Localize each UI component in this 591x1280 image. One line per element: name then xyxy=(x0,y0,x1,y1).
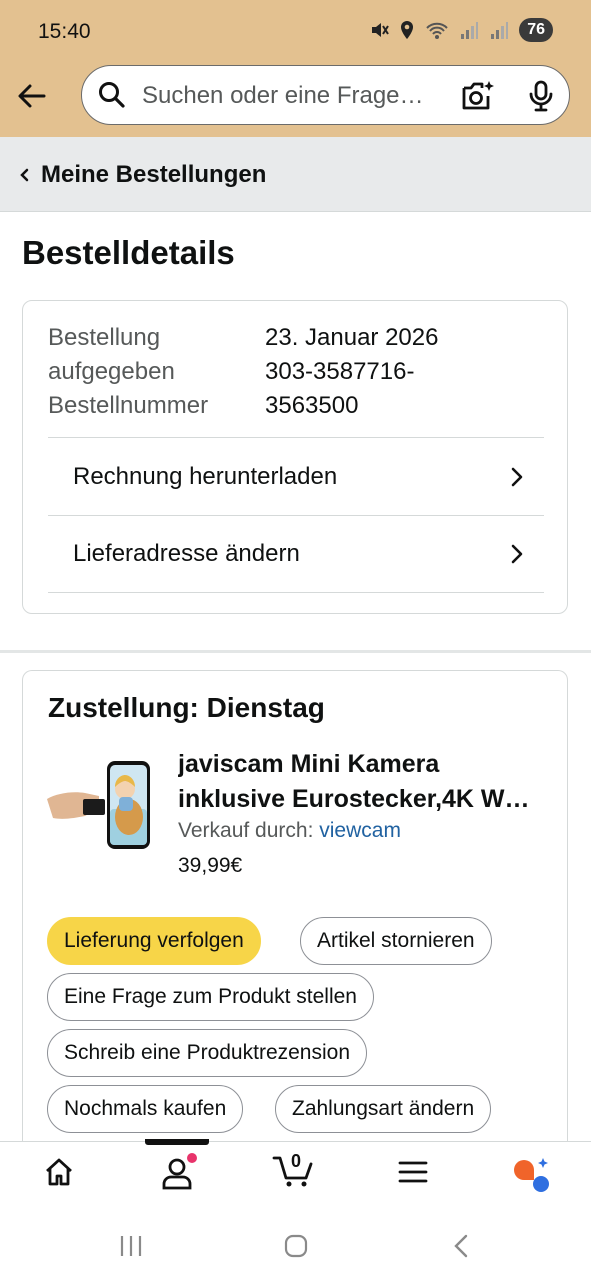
home-button-icon[interactable] xyxy=(284,1234,308,1258)
change-address-label: Lieferadresse ändern xyxy=(73,540,300,567)
buy-again-button[interactable]: Nochmals kaufen xyxy=(47,1085,244,1133)
delivery-card: Zustellung: Dienstag javiscam Mini Kamer… xyxy=(22,670,568,1170)
download-invoice-row[interactable]: Rechnung herunterladen xyxy=(48,437,544,515)
product-title-line2[interactable]: inklusive Eurostecker,4K W… xyxy=(178,782,543,817)
microphone-icon[interactable] xyxy=(528,80,554,112)
page-title: Bestelldetails xyxy=(22,234,235,271)
order-info-values: 23. Januar 2026 303-3587716- 3563500 xyxy=(265,321,438,423)
track-delivery-button[interactable]: Lieferung verfolgen xyxy=(47,917,261,965)
chevron-right-icon xyxy=(511,467,523,486)
delivery-title: Zustellung: Dienstag xyxy=(48,692,325,723)
system-nav-bar xyxy=(0,1214,591,1280)
location-icon xyxy=(401,21,414,39)
order-info-card: Bestellung aufgegeben Bestellnummer 23. … xyxy=(22,300,568,614)
cancel-item-button[interactable]: Artikel stornieren xyxy=(300,917,492,965)
seller-info: Verkauf durch: viewcam xyxy=(178,819,401,843)
ask-question-button[interactable]: Eine Frage zum Produkt stellen xyxy=(47,973,374,1021)
breadcrumb[interactable]: Meine Bestellungen xyxy=(0,137,591,212)
rufus-assistant-icon[interactable] xyxy=(510,1156,552,1194)
order-placed-label-2: aufgegeben xyxy=(48,358,175,385)
product-title-line1[interactable]: javiscam Mini Kamera xyxy=(178,747,543,782)
system-back-icon[interactable] xyxy=(452,1234,470,1258)
product-title[interactable]: javiscam Mini Kamera inklusive Eurosteck… xyxy=(178,747,543,817)
product-image[interactable] xyxy=(47,759,153,851)
recent-apps-icon[interactable] xyxy=(118,1234,144,1258)
cart-tab[interactable]: 0 xyxy=(272,1151,316,1193)
product-price: 39,99€ xyxy=(178,854,243,877)
battery-indicator: 76 xyxy=(519,18,553,42)
order-number-label: Bestellnummer xyxy=(48,392,209,419)
notification-dot xyxy=(187,1153,197,1163)
seller-prefix: Verkauf durch: xyxy=(178,819,314,842)
signal-icon-1 xyxy=(461,22,479,39)
mute-icon xyxy=(372,23,390,37)
section-divider xyxy=(0,650,591,653)
wifi-icon xyxy=(426,22,448,39)
signal-icon-2 xyxy=(491,22,509,39)
bottom-nav: 0 xyxy=(0,1139,591,1214)
search-input[interactable]: Suchen oder eine Frage… xyxy=(142,82,447,110)
order-date: 23. Januar 2026 xyxy=(265,324,439,351)
chevron-right-icon xyxy=(511,544,523,564)
status-bar: 15:40 76 xyxy=(0,0,591,62)
order-number-part1: 303-3587716- xyxy=(265,358,415,385)
cart-count: 0 xyxy=(291,1151,302,1171)
header: Suchen oder eine Frage… xyxy=(0,62,591,137)
seller-link[interactable]: viewcam xyxy=(319,819,401,842)
home-icon[interactable] xyxy=(43,1156,75,1188)
write-review-button[interactable]: Schreib eine Produktrezension xyxy=(47,1029,368,1077)
active-tab-indicator xyxy=(145,1139,209,1145)
search-box[interactable]: Suchen oder eine Frage… xyxy=(81,65,570,125)
order-number-part2: 3563500 xyxy=(265,392,359,419)
order-info-labels: Bestellung aufgegeben Bestellnummer xyxy=(48,321,208,423)
menu-icon[interactable] xyxy=(398,1160,428,1184)
camera-search-icon[interactable] xyxy=(460,79,496,113)
change-address-row[interactable]: Lieferadresse ändern xyxy=(48,515,544,593)
back-arrow-icon[interactable] xyxy=(14,78,50,114)
download-invoice-label: Rechnung herunterladen xyxy=(73,462,338,490)
status-time: 15:40 xyxy=(38,20,91,43)
breadcrumb-my-orders[interactable]: Meine Bestellungen xyxy=(41,161,266,189)
search-icon xyxy=(99,82,125,108)
account-tab[interactable] xyxy=(160,1153,197,1195)
order-placed-label: Bestellung xyxy=(48,324,161,351)
status-icons: 76 xyxy=(369,18,553,42)
change-payment-button[interactable]: Zahlungsart ändern xyxy=(275,1085,492,1133)
chevron-left-icon xyxy=(20,168,29,182)
